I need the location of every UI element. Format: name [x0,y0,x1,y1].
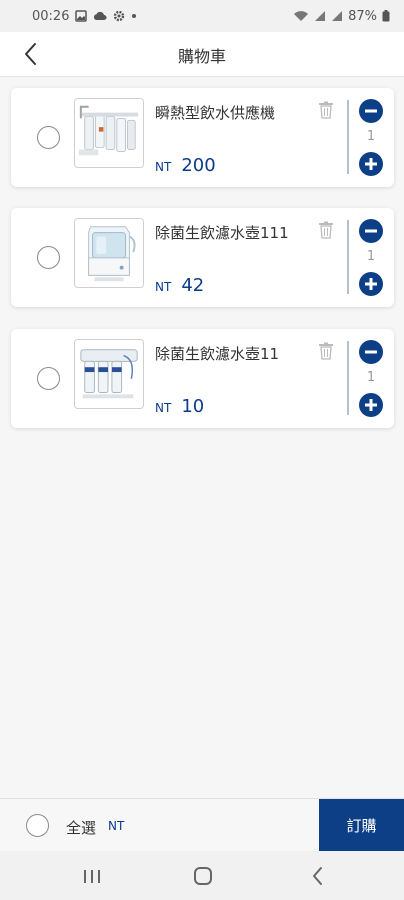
cart-item: 除菌生飲濾水壺11 NT 10 1 [11,329,394,428]
battery-text: 87% [348,8,377,24]
battery-icon [382,10,390,22]
page-title: 購物車 [177,47,226,66]
decrease-quantity-button[interactable] [359,340,383,364]
system-nav-bar [0,851,404,900]
system-back-button[interactable] [306,865,330,887]
minus-icon [365,109,377,113]
delete-button[interactable] [318,342,334,360]
quantity-value: 1 [366,129,376,144]
decrease-quantity-button[interactable] [359,219,383,243]
product-image[interactable] [74,218,144,288]
price-row: NT 10 [155,396,204,417]
delete-button[interactable] [318,101,334,119]
home-icon [194,867,212,885]
delete-button[interactable] [318,221,334,239]
recent-apps-icon [84,870,100,883]
product-image[interactable]: ■ [74,98,144,168]
status-time: 00:26 [32,8,70,24]
recent-apps-button[interactable] [80,865,104,887]
back-icon [313,867,322,885]
plus-icon [365,158,377,170]
price-row: NT 42 [155,275,204,296]
plus-icon [365,399,377,411]
home-button[interactable] [191,865,215,887]
price-value: 10 [181,396,205,417]
settings-icon [114,10,125,22]
item-select-radio[interactable] [37,367,60,390]
total-currency-label: NT [108,819,125,833]
header: 購物車 [0,32,404,77]
product-image[interactable] [74,339,144,409]
minus-icon [365,229,377,233]
minus-icon [365,350,377,354]
dot-icon [132,14,137,18]
trash-icon [319,101,333,119]
cloud-icon [94,11,107,20]
water-purifier-image: ■ [75,99,143,167]
increase-quantity-button[interactable] [359,393,383,417]
currency-label: NT [155,280,172,294]
quantity-divider [347,100,349,174]
filter-system-image [75,340,143,408]
quantity-divider [347,220,349,294]
trash-icon [319,342,333,360]
select-all-radio[interactable] [26,814,49,837]
gallery-icon [75,10,88,22]
item-select-radio[interactable] [37,246,60,269]
product-name: 瞬熱型飲水供應機 [155,104,276,122]
cart-item: 除菌生飲濾水壺111 NT 42 1 [11,208,394,307]
status-left: 00:26 [32,9,137,24]
increase-quantity-button[interactable] [359,152,383,176]
cart-item: ■ 瞬熱型飲水供應機 NT 200 1 [11,88,394,187]
select-all-label[interactable]: 全選 [66,817,96,838]
currency-label: NT [155,160,172,174]
status-bar: 00:26 87% [0,0,404,32]
cart-footer: 全選 NT 訂購 [0,798,404,852]
signal-icon [315,11,326,21]
plus-icon [365,278,377,290]
item-select-radio[interactable] [37,126,60,149]
water-pitcher-image [75,219,143,287]
currency-label: NT [155,401,172,415]
wifi-icon [294,11,309,21]
price-row: NT 200 [155,155,216,176]
signal-icon [332,11,343,21]
decrease-quantity-button[interactable] [359,99,383,123]
quantity-divider [347,341,349,415]
svg-text:■: ■ [98,127,104,133]
product-name: 除菌生飲濾水壺11 [155,345,280,363]
trash-icon [319,221,333,239]
price-value: 42 [181,275,205,296]
product-name: 除菌生飲濾水壺111 [155,224,289,242]
quantity-value: 1 [366,249,376,264]
quantity-value: 1 [366,370,376,385]
price-value: 200 [181,155,216,176]
status-right: 87% [293,9,390,24]
increase-quantity-button[interactable] [359,272,383,296]
order-button[interactable]: 訂購 [319,799,404,852]
